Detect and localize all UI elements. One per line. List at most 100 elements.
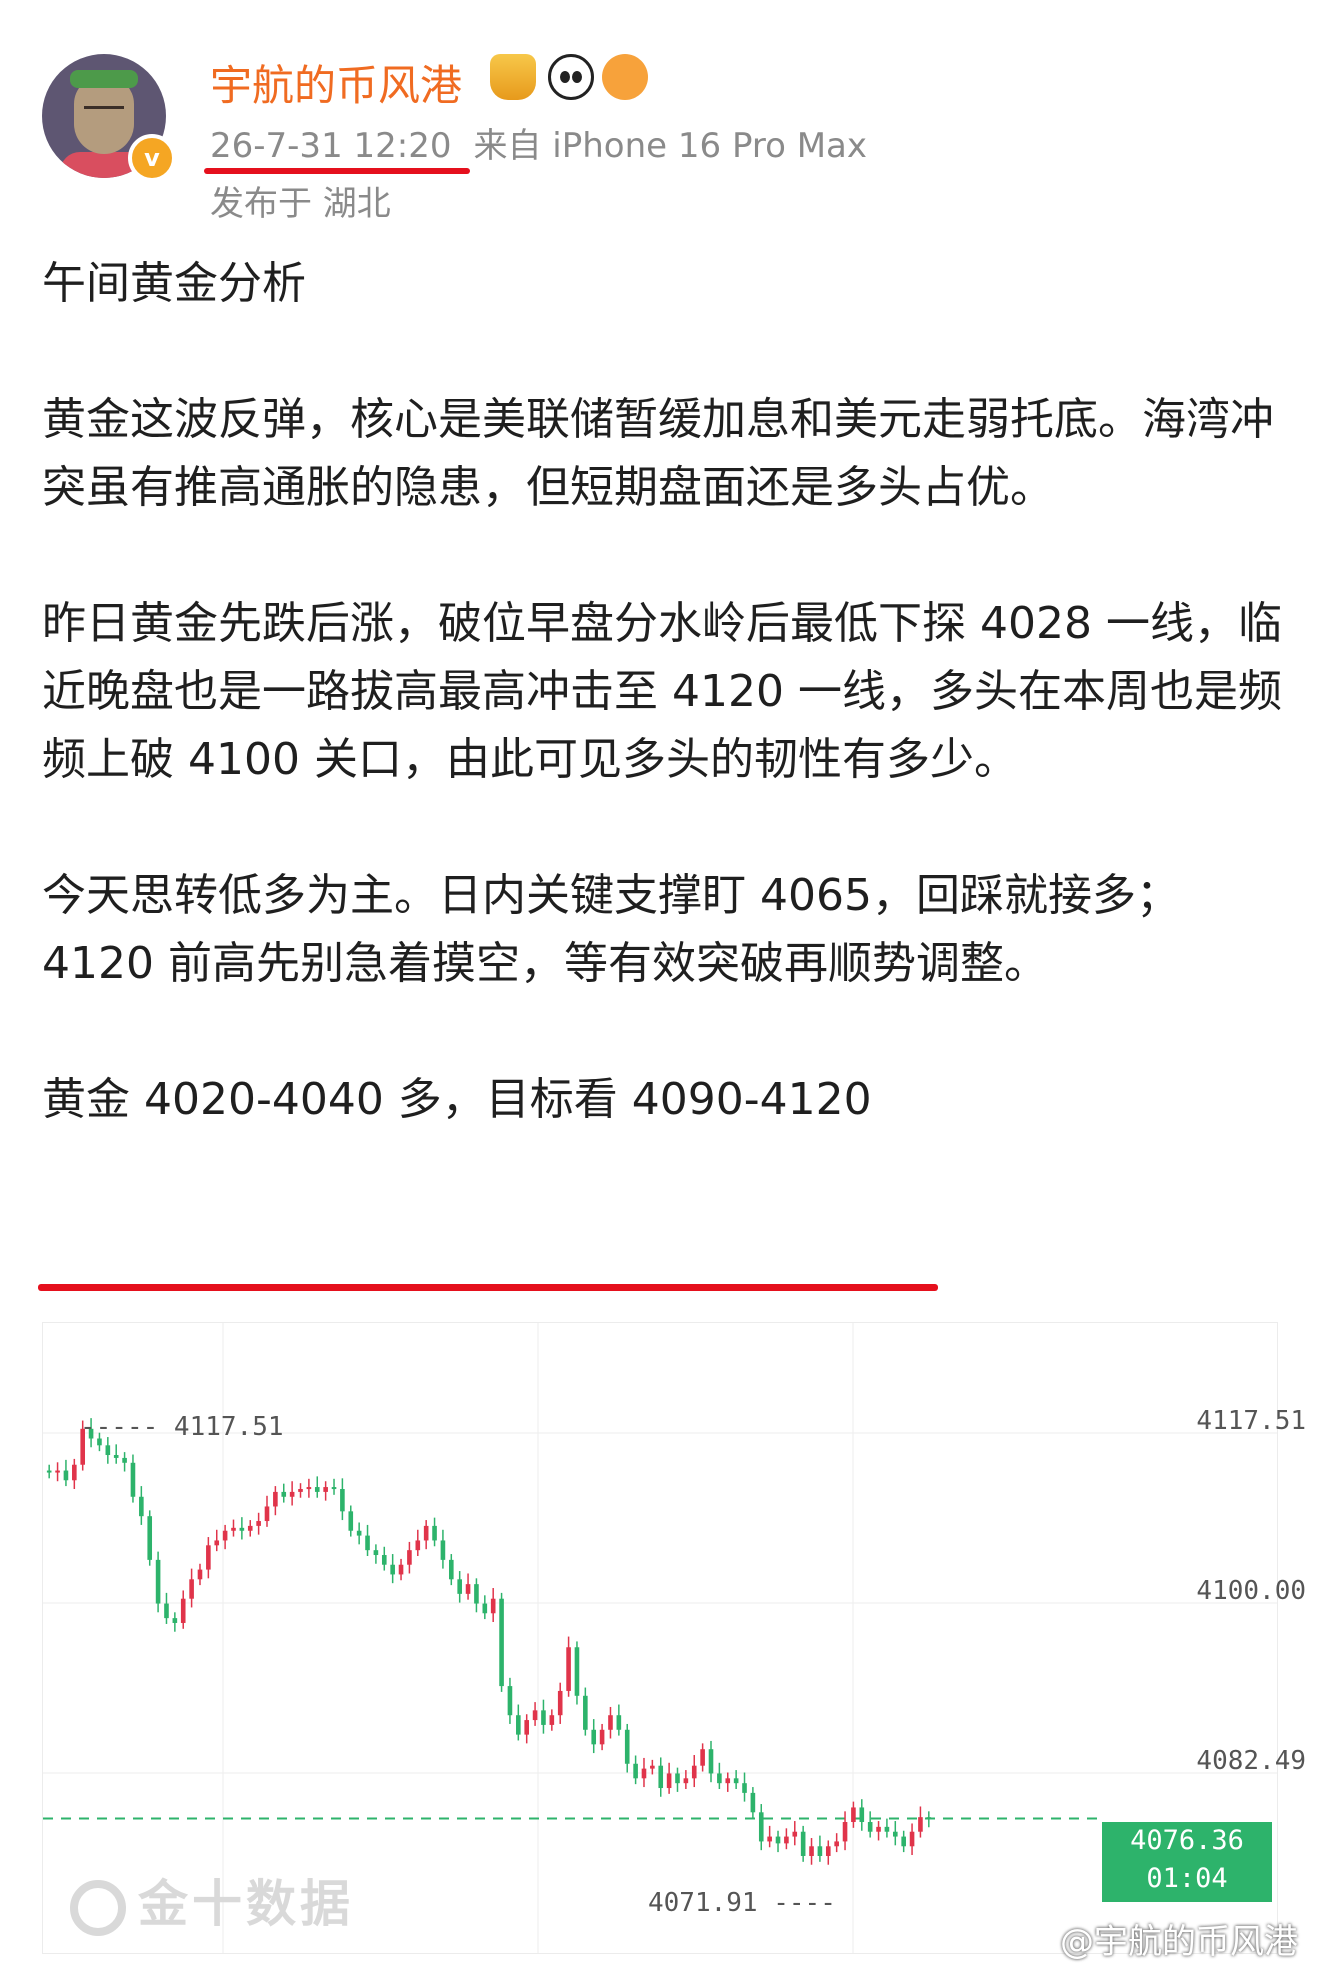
candle-body [365, 1535, 370, 1551]
candle-body [105, 1445, 111, 1456]
candle-body [851, 1807, 856, 1823]
site-watermark-user: 宇航的币风港 [1094, 1922, 1298, 1962]
candle-body [306, 1487, 312, 1490]
avatar-eyes [84, 106, 124, 117]
candle-body [214, 1540, 220, 1546]
candle-body [239, 1527, 245, 1531]
candle-body [624, 1729, 630, 1764]
candle-body [222, 1530, 228, 1541]
post-source: 来自 iPhone 16 Pro Max [473, 126, 868, 166]
panda-emoji-icon [548, 54, 594, 100]
candle-body [499, 1598, 504, 1687]
candle-body [775, 1836, 781, 1844]
candle-body [566, 1647, 571, 1691]
current-price-box: 4076.36 01:04 [1102, 1822, 1272, 1902]
candle-body [658, 1765, 664, 1789]
candle-body [139, 1496, 144, 1517]
candle-body [516, 1715, 521, 1735]
candle-body [323, 1487, 328, 1492]
candle-body [46, 1470, 52, 1473]
candle-body [507, 1686, 513, 1716]
candle-body [666, 1773, 672, 1789]
fish-emoji-icon [602, 54, 648, 100]
jin10-logo-icon [70, 1879, 126, 1936]
y-tick-label: 4082.49 [1196, 1746, 1306, 1776]
candle-body [784, 1836, 789, 1844]
y-tick-label: 4100.00 [1196, 1576, 1306, 1606]
candle-body [231, 1527, 236, 1531]
candle-body [122, 1457, 127, 1463]
candle-body [909, 1831, 915, 1847]
post-paragraph: 昨日黄金先跌后涨，破位早盘分水岭后最低下探 4028 一线，临近晚盘也是一路拔高… [42, 598, 1282, 785]
chart-watermark: 金十数据 [70, 1864, 354, 1936]
candle-body [490, 1598, 496, 1614]
candle-body [641, 1768, 647, 1779]
candle-body [197, 1569, 203, 1580]
candle-body [373, 1550, 379, 1556]
candle-body [750, 1792, 756, 1813]
watermark-text: 金十数据 [138, 1875, 354, 1933]
y-tick-label: 4117.51 [1196, 1406, 1306, 1436]
candle-body [809, 1846, 814, 1856]
candle-body [725, 1778, 731, 1784]
candle-body [557, 1690, 563, 1716]
candle-body [825, 1846, 831, 1856]
candle-body [331, 1487, 337, 1490]
candle-body [541, 1710, 546, 1725]
candle-body [599, 1729, 605, 1745]
candle-body [859, 1807, 865, 1823]
low-marker-label: 4071.91 ---- [648, 1888, 836, 1918]
candle-body [72, 1464, 77, 1481]
post-location: 发布于 湖北 [210, 184, 391, 224]
avatar-wreath [70, 70, 138, 88]
candle-body [758, 1812, 764, 1842]
verified-badge-icon: v [128, 134, 176, 182]
candle-body [608, 1715, 613, 1730]
candle-body [792, 1831, 798, 1837]
candle-body [407, 1550, 412, 1565]
candle-body [289, 1491, 295, 1497]
candle-body [474, 1584, 479, 1604]
candle-body [465, 1584, 471, 1594]
candle-body [524, 1720, 530, 1735]
candle-body [147, 1516, 153, 1560]
candle-body [63, 1470, 69, 1481]
candle-body [884, 1826, 890, 1832]
post-paragraph-call: 黄金 4020-4040 多，目标看 4090-4120 [42, 1074, 872, 1125]
post-body: 午间黄金分析 黄金这波反弹，核心是美联储暂缓加息和美元走弱托底。海湾冲突虽有推高… [42, 250, 1282, 1134]
candle-body [457, 1579, 462, 1594]
candle-body [675, 1773, 680, 1784]
candle-body [390, 1564, 395, 1575]
candle-body [717, 1773, 722, 1784]
candle-body [767, 1836, 772, 1842]
post-paragraph: 今天思转低多为主。日内关键支撑盯 4065，回踩就接多；4120 前高先别急着摸… [42, 870, 1180, 989]
candle-body [742, 1783, 747, 1793]
candle-body [264, 1506, 270, 1522]
candle-body [398, 1564, 404, 1575]
candle-body [918, 1817, 923, 1832]
post-time: 26-7-31 12:20 [210, 126, 452, 166]
candle-body [901, 1836, 906, 1847]
candle-body [348, 1511, 354, 1531]
candle-countdown: 01:04 [1146, 1863, 1228, 1894]
candle-body [256, 1521, 261, 1526]
candle-body [155, 1559, 161, 1604]
candle-body [189, 1579, 194, 1599]
candle-body [130, 1462, 136, 1497]
post-paragraph: 黄金这波反弹，核心是美联储暂缓加息和美元走弱托底。海湾冲突虽有推高通胀的隐患，但… [42, 394, 1274, 513]
candle-body [867, 1822, 873, 1832]
username[interactable]: 宇航的币风港 [210, 52, 462, 113]
candle-body [381, 1555, 387, 1565]
candle-body [172, 1618, 178, 1623]
candle-body [432, 1525, 437, 1541]
candle-body [892, 1831, 898, 1837]
candle-body [423, 1525, 429, 1541]
candle-body [876, 1826, 881, 1832]
current-price: 4076.36 [1130, 1825, 1244, 1856]
candle-body [549, 1715, 555, 1725]
candle-body [650, 1765, 655, 1769]
candle-body [591, 1729, 597, 1745]
post-meta: 26-7-31 12:20 来自 iPhone 16 Pro Max [210, 118, 867, 167]
candle-body [633, 1763, 638, 1779]
candle-body [55, 1470, 60, 1473]
